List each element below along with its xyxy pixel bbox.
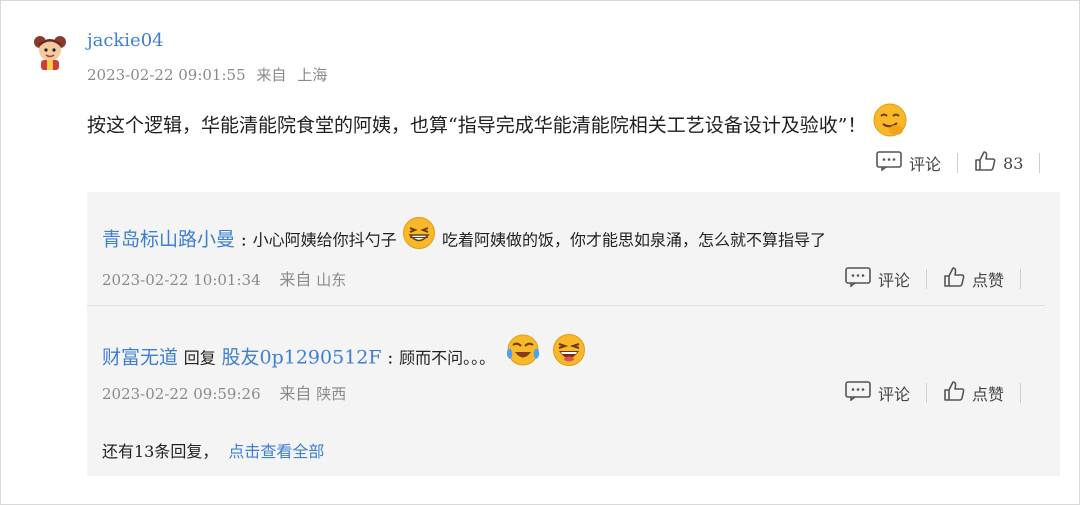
reply-target-link[interactable]: 股友0p1290512F — [222, 347, 382, 369]
comment-meta: 2023-02-22 09:01:55 来自 上海 — [87, 64, 327, 85]
comment-button-label: 评论 — [909, 155, 942, 174]
avatar[interactable] — [32, 34, 68, 70]
reply-content: 青岛标山路小曼 : 小心阿姨给你抖勺子 吃着阿姨做的饭，你才能思如泉涌，怎么就不… — [102, 217, 827, 260]
more-replies: 还有13条回复， 点击查看全部 — [102, 438, 324, 462]
crying-laughing-emoji-icon — [505, 332, 541, 373]
reply-meta: 2023-02-22 09:59:26 来自 陕西 — [102, 380, 346, 404]
reply-like-label: 点赞 — [972, 385, 1005, 404]
reply-actions: 评论 点赞 — [845, 380, 1037, 406]
like-button[interactable]: 83 — [974, 150, 1023, 176]
reply-location: 陕西 — [316, 385, 347, 403]
reply-divider — [87, 305, 1045, 306]
reply-author-link[interactable]: 财富无道 — [102, 347, 178, 369]
big-laugh-emoji-icon — [551, 332, 587, 373]
reply-text-before: 小心阿姨给你抖勺子 — [252, 230, 397, 250]
thumbs-up-icon — [943, 266, 965, 292]
reply-like-label: 点赞 — [972, 271, 1005, 290]
comment-icon — [845, 267, 871, 291]
reply-location: 山东 — [316, 271, 347, 289]
reply-timestamp: 2023-02-22 10:01:34 — [102, 271, 261, 289]
comment-timestamp: 2023-02-22 09:01:55 — [87, 66, 246, 84]
reply-source-prefix: 来自 — [279, 270, 312, 289]
view-all-replies-link[interactable]: 点击查看全部 — [228, 442, 324, 461]
reply-actions: 评论 点赞 — [845, 266, 1037, 292]
divider — [1020, 269, 1022, 289]
reply-text-after: 吃着阿姨做的饭，你才能思如泉涌，怎么就不算指导了 — [442, 230, 827, 250]
reply-timestamp: 2023-02-22 09:59:26 — [102, 385, 261, 403]
divider — [926, 383, 928, 403]
reply-like-button[interactable]: 点赞 — [943, 266, 1004, 292]
reply-word: 回复 — [183, 348, 216, 368]
comment-location: 上海 — [297, 66, 328, 84]
smirk-emoji-icon — [872, 102, 908, 143]
divider — [1039, 153, 1041, 173]
divider — [957, 153, 959, 173]
reply-comment-button[interactable]: 评论 — [845, 381, 910, 405]
reply-content: 财富无道 回复 股友0p1290512F : 顾而不问。。。 — [102, 334, 587, 379]
like-count: 83 — [1003, 153, 1024, 173]
reply-comment-button[interactable]: 评论 — [845, 267, 910, 291]
divider — [926, 269, 928, 289]
reply-comment-label: 评论 — [878, 385, 911, 404]
comment-button[interactable]: 评论 — [876, 151, 941, 175]
replies-panel: 青岛标山路小曼 : 小心阿姨给你抖勺子 吃着阿姨做的饭，你才能思如泉涌，怎么就不… — [87, 192, 1060, 476]
comment-actions: 评论 83 — [876, 150, 1056, 176]
comment-icon — [876, 151, 902, 175]
username-link[interactable]: jackie04 — [87, 30, 164, 51]
reply-like-button[interactable]: 点赞 — [943, 380, 1004, 406]
comment-text: 按这个逻辑，华能清能院食堂的阿姨，也算“指导完成华能清能院相关工艺设备设计及验收… — [87, 103, 908, 147]
grin-emoji-icon — [402, 216, 436, 255]
comment-icon — [845, 381, 871, 405]
reply-colon: : — [387, 347, 394, 369]
thumbs-up-icon — [974, 150, 996, 176]
reply-meta: 2023-02-22 10:01:34 来自 山东 — [102, 266, 346, 290]
reply-colon: : — [240, 229, 247, 251]
reply-text: 顾而不问。。。 — [399, 348, 496, 368]
divider — [1020, 383, 1022, 403]
source-prefix: 来自 — [256, 66, 287, 84]
reply-source-prefix: 来自 — [279, 384, 312, 403]
reply-author-link[interactable]: 青岛标山路小曼 — [102, 229, 235, 251]
thumbs-up-icon — [943, 380, 965, 406]
reply-comment-label: 评论 — [878, 271, 911, 290]
comment-body: 按这个逻辑，华能清能院食堂的阿姨，也算“指导完成华能清能院相关工艺设备设计及验收… — [87, 114, 867, 137]
more-replies-count: 还有13条回复， — [102, 442, 219, 461]
